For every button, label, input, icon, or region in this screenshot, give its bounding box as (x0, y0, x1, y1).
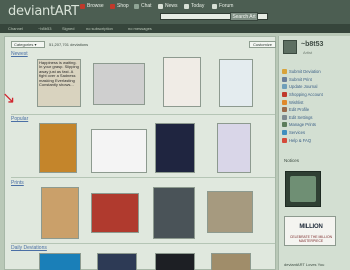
newest-thumb-3[interactable] (163, 57, 201, 107)
newest-text-excerpt: Happiness is waiting. In your grasp. Sli… (39, 60, 79, 88)
subbar-channel[interactable]: Channel (8, 26, 23, 31)
million-banner-title: MILLION (299, 224, 323, 230)
daily-thumb-4[interactable] (211, 253, 251, 270)
sidebar-item-help-faq[interactable]: Help & FAQ (281, 136, 349, 144)
sidebar-item-label: Edit Profile (289, 107, 310, 113)
categories-label: Categories (14, 42, 34, 47)
prints-thumb-3[interactable] (153, 187, 195, 239)
popular-thumb-2[interactable] (91, 129, 147, 173)
subbar-user[interactable]: ~b8b53 (38, 26, 51, 31)
today-icon (184, 3, 189, 9)
section-title-newest[interactable]: Newest (11, 51, 28, 57)
nav-chat[interactable]: Chat (134, 3, 152, 9)
million-banner-subtitle: CELEBRATE THE MILLION MASTERPIECE (289, 235, 333, 243)
sidebar-item-label: Shopping Account (289, 92, 323, 98)
help-icon (282, 137, 287, 143)
notice-banner-art (290, 176, 316, 202)
notice-banner-1[interactable] (285, 171, 321, 207)
categories-dropdown[interactable]: Categories ▾ (11, 41, 45, 48)
sidebar-item-label: Services (289, 130, 306, 136)
journal-icon (282, 84, 287, 90)
daily-thumb-3[interactable] (155, 253, 195, 270)
sidebar-item-wishlist[interactable]: Wishlist (281, 98, 349, 106)
notice-banner-million[interactable]: MILLION CELEBRATE THE MILLION MASTERPIEC… (284, 216, 336, 246)
search-button[interactable]: Search Art (230, 12, 258, 21)
daily-thumb-2[interactable] (97, 253, 137, 270)
section-divider (11, 243, 275, 244)
prints-thumb-4[interactable] (207, 191, 253, 233)
shop-icon (110, 3, 115, 9)
prints-thumb-1[interactable] (41, 187, 79, 239)
sidebar-item-submit-deviation[interactable]: Submit Deviation (281, 68, 349, 76)
wishlist-icon (282, 99, 287, 105)
nav-chat-label: Chat (141, 3, 152, 9)
sidebar-item-manage-prints[interactable]: Manage Prints (281, 121, 349, 129)
sub-header: Channel ~b8b53 Signed no subscription no… (0, 24, 350, 33)
sidebar-item-update-journal[interactable]: Update Journal (281, 83, 349, 91)
settings-icon (282, 114, 287, 120)
nav-shop[interactable]: Shop (110, 3, 129, 9)
notices-heading: Notices (284, 158, 300, 163)
popular-thumb-3[interactable] (155, 123, 195, 173)
sidebar-item-label: Submit Deviation (289, 69, 321, 75)
nav-browse[interactable]: Browse (80, 3, 104, 9)
nav-today[interactable]: Today (184, 3, 204, 9)
sidebar-item-submit-print[interactable]: Submit Print (281, 76, 349, 84)
newest-thumb-1[interactable]: Happiness is waiting. In your grasp. Sli… (37, 59, 81, 107)
nav-news[interactable]: News (158, 3, 178, 9)
sidebar-item-label: Help & FAQ (289, 137, 312, 143)
section-title-prints[interactable]: Prints (11, 180, 24, 186)
sidebar-username[interactable]: ~b8t53 (301, 41, 323, 48)
prints-icon (282, 122, 287, 128)
services-icon (282, 130, 287, 136)
submit-deviation-icon (282, 69, 287, 75)
sidebar-menu: Submit Deviation Submit Print Update Jou… (281, 68, 349, 144)
profile-icon (282, 107, 287, 113)
shopping-icon (282, 92, 287, 98)
nav-shop-label: Shop (117, 3, 129, 9)
prints-thumb-2[interactable] (91, 193, 139, 233)
submit-print-icon (282, 76, 287, 82)
customize-button[interactable]: Customize (249, 41, 276, 48)
red-arrow-icon: ↘ (2, 90, 16, 107)
sidebar-item-label: Update Journal (289, 84, 318, 90)
logo[interactable]: deviantART (8, 4, 79, 19)
chat-icon (134, 3, 139, 9)
sidebar-item-label: Edit Settings (289, 114, 313, 120)
deviation-count: 51,207,701 deviations (49, 42, 89, 47)
sidebar-item-edit-profile[interactable]: Edit Profile (281, 106, 349, 114)
newest-thumb-2[interactable] (93, 63, 145, 105)
popular-thumb-4[interactable] (217, 123, 251, 173)
nav-news-label: News (165, 3, 178, 9)
section-divider (11, 114, 275, 115)
daily-thumb-1[interactable] (39, 253, 81, 270)
news-icon (158, 3, 163, 9)
nav-forum[interactable]: Forum (212, 3, 233, 9)
sidebar-item-label: Manage Prints (289, 122, 316, 128)
sidebar-item-shopping-account[interactable]: Shopping Account (281, 91, 349, 99)
section-title-daily-deviations[interactable]: Daily Deviations (11, 245, 47, 251)
nav-browse-label: Browse (87, 3, 104, 9)
top-header: deviantART Browse Shop Chat News Today F… (0, 0, 350, 24)
forum-icon (212, 3, 217, 9)
subbar-signed[interactable]: Signed (62, 26, 74, 31)
popular-thumb-1[interactable] (39, 123, 77, 173)
nav-forum-label: Forum (219, 3, 234, 9)
sidebar-usertype: Artist (303, 50, 313, 55)
sidebar-item-label: Submit Print (289, 76, 312, 82)
section-title-popular[interactable]: Popular (11, 116, 28, 122)
sidebar-item-services[interactable]: Services (281, 129, 349, 137)
subbar-subscription[interactable]: no subscription (86, 26, 113, 31)
browse-icon (80, 3, 85, 9)
sidebar-item-label: Wishlist (289, 99, 304, 105)
nav-today-label: Today (191, 3, 205, 9)
chevron-down-icon: ▾ (34, 42, 37, 47)
subbar-messages[interactable]: no messages (128, 26, 152, 31)
newest-thumb-4[interactable] (219, 59, 253, 107)
avatar[interactable] (283, 40, 297, 54)
main-panel: Categories ▾ 51,207,701 deviations Custo… (4, 36, 276, 270)
loves-heading: deviantART Loves You (284, 262, 325, 267)
section-divider (11, 177, 275, 178)
sidebar-item-edit-settings[interactable]: Edit Settings (281, 114, 349, 122)
